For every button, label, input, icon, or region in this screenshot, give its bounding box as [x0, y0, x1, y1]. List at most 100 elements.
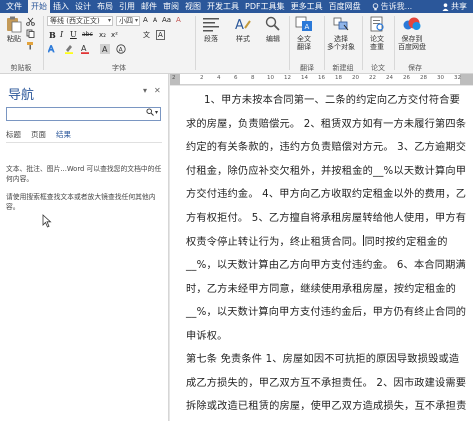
font-name-combo[interactable]: 等线 (西文正文) ▾	[47, 16, 113, 26]
nav-options-button[interactable]: ▾	[143, 86, 147, 95]
character-border-button[interactable]: A	[156, 30, 165, 40]
tab-review[interactable]: 审阅	[160, 0, 182, 13]
paragraph-group: 段落	[196, 13, 228, 74]
nav-tabs: 标题 页面 结果	[6, 129, 71, 140]
bold-button[interactable]: B	[49, 30, 56, 40]
document-paragraph[interactable]: 第七条 免责条件 1、房屋如因不可抗拒的原因导致损毁或造成乙方损失的，甲乙双方互…	[186, 348, 468, 421]
styles-button[interactable]: A 样式	[233, 15, 253, 43]
change-case-button[interactable]: Aa	[162, 16, 171, 24]
paintbrush-icon	[27, 42, 33, 50]
ribbon-tab-bar: 文件 开始 插入 设计 布局 引用 邮件 审阅 视图 开发工具 PDF工具集 更…	[0, 0, 473, 13]
grow-font-button[interactable]: A	[143, 16, 148, 24]
nav-tab-pages[interactable]: 页面	[31, 129, 46, 140]
tab-references[interactable]: 引用	[116, 0, 138, 13]
paragraph-label: 段落	[204, 35, 218, 43]
ruler-tick: 12	[284, 75, 291, 81]
editing-button[interactable]: 编辑	[263, 15, 283, 43]
tab-file[interactable]: 文件	[0, 0, 28, 13]
translate-group: A 全文 翻译 翻译	[290, 13, 324, 74]
ruler-margin-right	[460, 74, 473, 85]
font-size-value: 小四	[119, 17, 133, 25]
tell-me-box[interactable]: 告诉我...	[372, 0, 412, 13]
char-shading-icon: A	[100, 44, 110, 54]
superscript-button[interactable]: x²	[111, 31, 118, 39]
highlight-button[interactable]	[64, 44, 74, 54]
save-to-baidu-button[interactable]: 保存到 百度网盘	[398, 15, 426, 51]
nav-tab-results[interactable]: 结果	[56, 129, 71, 140]
text-effects-button[interactable]: A	[48, 44, 58, 53]
copy-button[interactable]	[26, 29, 35, 38]
search-icon[interactable]: ▾	[146, 108, 158, 116]
tab-insert[interactable]: 插入	[50, 0, 72, 13]
nav-search-box[interactable]: ▾	[6, 107, 161, 128]
horizontal-ruler[interactable]: 2 2 4 6 8 10 12 14 16 18 20 22 24 26 28 …	[170, 74, 473, 85]
font-name-value: 等线 (西文正文)	[50, 17, 100, 25]
tab-developer[interactable]: 开发工具	[204, 0, 242, 13]
italic-button[interactable]: I	[60, 30, 63, 39]
tab-home[interactable]: 开始	[28, 0, 50, 13]
new-group-label: 新建组	[332, 64, 354, 72]
shading-button[interactable]: A	[100, 44, 110, 54]
tab-more-tools[interactable]: 更多工具	[288, 0, 326, 13]
paper-check-button[interactable]: 论文 查重	[367, 15, 387, 51]
new-group: 选择 多个对象 新建组	[325, 13, 361, 74]
strikethrough-button[interactable]: abc	[82, 31, 93, 38]
close-icon[interactable]: ✕	[154, 86, 161, 95]
nav-divider	[6, 142, 162, 143]
nav-search-input[interactable]	[7, 115, 137, 128]
ruler-tick: 32	[454, 75, 461, 81]
font-size-combo[interactable]: 小四 ▾	[116, 16, 140, 26]
ruler-tick: 6	[234, 75, 238, 81]
document-page[interactable]: 1、甲方未按本合同第一、二条的约定向乙方交付符合要求的房屋，负责赔偿元。 2、租…	[170, 86, 473, 421]
ruler-tick: 14	[301, 75, 308, 81]
select-multiple-label: 选择 多个对象	[327, 35, 355, 51]
svg-text:A: A	[81, 44, 87, 53]
document-paragraph[interactable]: 1、甲方未按本合同第一、二条的约定向乙方交付符合要求的房屋，负责赔偿元。 2、租…	[186, 89, 468, 349]
paragraph-icon	[201, 15, 221, 33]
format-painter-button[interactable]	[26, 41, 35, 50]
font-group: 等线 (西文正文) ▾ 小四 ▾ A A Aa A B I U abc x₂ x² …	[44, 13, 194, 74]
ribbon: 粘贴 剪贴板 等线 (西文正文) ▾ 小四 ▾ A A Aa A B I U abc…	[0, 13, 473, 74]
highlighter-icon	[65, 45, 73, 54]
paper-check-label: 论文 查重	[370, 35, 384, 51]
ruler-tick: 2	[200, 75, 204, 81]
font-color-button[interactable]: A	[80, 44, 90, 54]
subscript-button[interactable]: x₂	[99, 31, 106, 39]
paragraph-button[interactable]: 段落	[201, 15, 221, 43]
cloud-icon	[402, 15, 422, 33]
tab-design[interactable]: 设计	[72, 0, 94, 13]
ruler-tick: 28	[420, 75, 427, 81]
share-button[interactable]: 共享	[442, 0, 473, 13]
shrink-font-button[interactable]: A	[153, 17, 157, 24]
phonetic-guide-button[interactable]: 文	[143, 30, 150, 40]
styles-group: A 样式	[228, 13, 258, 74]
select-multiple-objects-button[interactable]: 选择 多个对象	[327, 15, 355, 51]
tab-baidu-netdisk[interactable]: 百度网盘	[326, 0, 364, 13]
full-text-translate-button[interactable]: A 全文 翻译	[294, 15, 314, 51]
ruler-tick: 2	[172, 75, 176, 81]
translate-btn-label: 全文 翻译	[297, 35, 311, 51]
mouse-cursor-icon	[42, 214, 52, 228]
paste-button[interactable]: 粘贴	[4, 15, 24, 43]
enclose-char-button[interactable]: A	[116, 44, 126, 54]
ruler-tick: 30	[437, 75, 444, 81]
ruler-tick: 26	[403, 75, 410, 81]
clear-format-button[interactable]: A	[176, 16, 181, 24]
editing-group: 编辑	[258, 13, 288, 74]
paragraph-text: 1、甲方未按本合同第一、二条的约定向乙方交付符合要求的房屋，负责赔偿元。 2、租…	[186, 95, 467, 248]
ruler-tick: 20	[352, 75, 359, 81]
tab-layout[interactable]: 布局	[94, 0, 116, 13]
tab-mailings[interactable]: 邮件	[138, 0, 160, 13]
nav-tab-headings[interactable]: 标题	[6, 129, 21, 140]
svg-text:A: A	[305, 23, 310, 31]
tab-pdf-tools[interactable]: PDF工具集	[242, 0, 288, 13]
clipboard-group: 粘贴 剪贴板	[0, 13, 42, 74]
copy-icon	[26, 29, 35, 38]
translate-icon: A	[294, 15, 314, 33]
tab-view[interactable]: 视图	[182, 0, 204, 13]
cut-button[interactable]	[26, 17, 35, 26]
underline-button[interactable]: U	[70, 30, 77, 39]
paste-icon	[4, 15, 24, 33]
font-group-label: 字体	[112, 64, 126, 72]
save-group-label: 保存	[408, 64, 422, 72]
